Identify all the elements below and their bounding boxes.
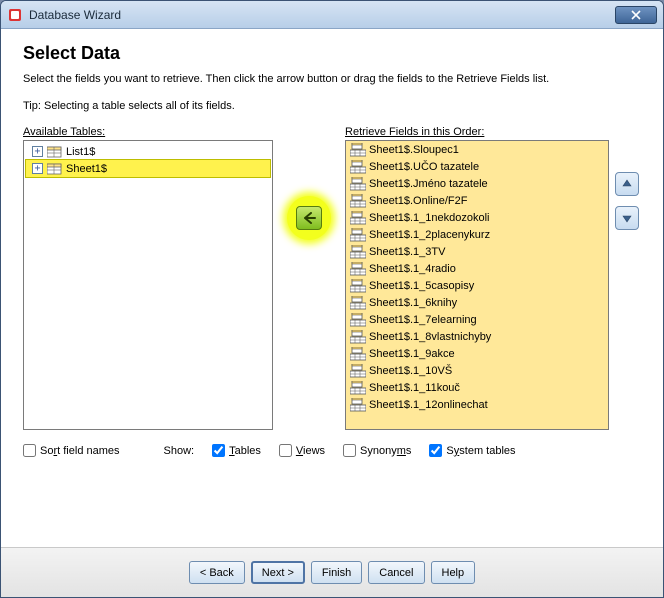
field-item[interactable]: Sheet1$.1_4radio (346, 260, 608, 277)
field-item[interactable]: Sheet1$.1_1nekdozokoli (346, 209, 608, 226)
page-tip: Tip: Selecting a table selects all of it… (23, 100, 641, 112)
wizard-footer: < Back Next > Finish Cancel Help (1, 547, 663, 597)
field-item[interactable]: Sheet1$.1_5casopisy (346, 277, 608, 294)
field-item-label: Sheet1$.1_12onlinechat (369, 399, 488, 411)
field-item[interactable]: Sheet1$.Sloupec1 (346, 141, 608, 158)
available-tables-list[interactable]: + List1$ + Sheet1$ (23, 140, 273, 430)
field-item-label: Sheet1$.1_3TV (369, 246, 445, 258)
table-icon (47, 162, 63, 176)
field-item-label: Sheet1$.1_5casopisy (369, 280, 474, 292)
field-item[interactable]: Sheet1$.1_9akce (346, 345, 608, 362)
field-icon (350, 398, 366, 412)
retrieve-fields-list[interactable]: Sheet1$.Sloupec1 Sheet1$.UČO tazatele Shee… (345, 140, 609, 430)
field-item-label: Sheet1$.Jméno tazatele (369, 178, 488, 190)
field-item[interactable]: Sheet1$.UČO tazatele (346, 158, 608, 175)
field-item-label: Sheet1$.1_2placenykurz (369, 229, 490, 241)
field-icon (350, 262, 366, 276)
page-description: Select the fields you want to retrieve. … (23, 72, 641, 86)
field-item[interactable]: Sheet1$.1_11kouč (346, 379, 608, 396)
system-tables-checkbox[interactable] (429, 444, 442, 457)
table-icon (47, 145, 63, 159)
field-item-label: Sheet1$.1_4radio (369, 263, 456, 275)
field-icon (350, 330, 366, 344)
field-icon (350, 245, 366, 259)
field-item-label: Sheet1$.Sloupec1 (369, 144, 459, 156)
synonyms-checkbox[interactable] (343, 444, 356, 457)
sort-field-names-label: Sort field names (40, 445, 120, 457)
page-heading: Select Data (23, 43, 641, 64)
back-button[interactable]: < Back (189, 561, 245, 584)
field-icon (350, 364, 366, 378)
move-down-button[interactable] (615, 206, 639, 230)
field-icon (350, 160, 366, 174)
tree-item-label: List1$ (66, 146, 95, 158)
field-item[interactable]: Sheet1$.1_2placenykurz (346, 226, 608, 243)
remove-field-highlight (287, 196, 331, 240)
available-tables-label: Available Tables: (23, 126, 273, 138)
views-checkbox[interactable] (279, 444, 292, 457)
field-item[interactable]: Sheet1$.1_12onlinechat (346, 396, 608, 413)
close-button[interactable] (615, 6, 657, 24)
tables-checkbox[interactable] (212, 444, 225, 457)
field-item-label: Sheet1$.1_1nekdozokoli (369, 212, 489, 224)
help-button[interactable]: Help (431, 561, 476, 584)
sort-field-names-checkbox[interactable] (23, 444, 36, 457)
field-item-label: Sheet1$.UČO tazatele (369, 161, 479, 173)
field-item[interactable]: Sheet1$.Online/F2F (346, 192, 608, 209)
field-icon (350, 211, 366, 225)
field-icon (350, 228, 366, 242)
field-item[interactable]: Sheet1$.1_3TV (346, 243, 608, 260)
move-up-button[interactable] (615, 172, 639, 196)
field-item[interactable]: Sheet1$.1_6knihy (346, 294, 608, 311)
field-icon (350, 381, 366, 395)
show-label: Show: (164, 445, 195, 457)
field-item[interactable]: Sheet1$.1_7elearning (346, 311, 608, 328)
field-item[interactable]: Sheet1$.Jméno tazatele (346, 175, 608, 192)
expand-icon[interactable]: + (32, 146, 43, 157)
field-item-label: Sheet1$.1_11kouč (369, 382, 460, 394)
synonyms-label: Synonyms (360, 445, 411, 457)
field-icon (350, 143, 366, 157)
field-item-label: Sheet1$.Online/F2F (369, 195, 467, 207)
field-icon (350, 296, 366, 310)
app-icon (7, 7, 23, 23)
tables-label: Tables (229, 445, 261, 457)
field-icon (350, 279, 366, 293)
field-item[interactable]: Sheet1$.1_8vlastnichyby (346, 328, 608, 345)
field-item-label: Sheet1$.1_6knihy (369, 297, 457, 309)
field-item[interactable]: Sheet1$.1_10VŠ (346, 362, 608, 379)
field-item-label: Sheet1$.1_8vlastnichyby (369, 331, 491, 343)
field-item-label: Sheet1$.1_9akce (369, 348, 455, 360)
field-item-label: Sheet1$.1_10VŠ (369, 365, 452, 377)
field-icon (350, 347, 366, 361)
finish-button[interactable]: Finish (311, 561, 362, 584)
field-icon (350, 313, 366, 327)
tree-item-label: Sheet1$ (66, 163, 107, 175)
cancel-button[interactable]: Cancel (368, 561, 424, 584)
retrieve-fields-label: Retrieve Fields in this Order: (345, 126, 609, 138)
tree-item[interactable]: + Sheet1$ (26, 160, 270, 177)
next-button[interactable]: Next > (251, 561, 305, 584)
field-icon (350, 194, 366, 208)
expand-icon[interactable]: + (32, 163, 43, 174)
remove-field-button[interactable] (296, 206, 322, 230)
system-tables-label: System tables (446, 445, 515, 457)
window-title: Database Wizard (29, 8, 615, 22)
field-item-label: Sheet1$.1_7elearning (369, 314, 477, 326)
tree-item[interactable]: + List1$ (26, 143, 270, 160)
field-icon (350, 177, 366, 191)
titlebar: Database Wizard (1, 1, 663, 29)
views-label: Views (296, 445, 325, 457)
